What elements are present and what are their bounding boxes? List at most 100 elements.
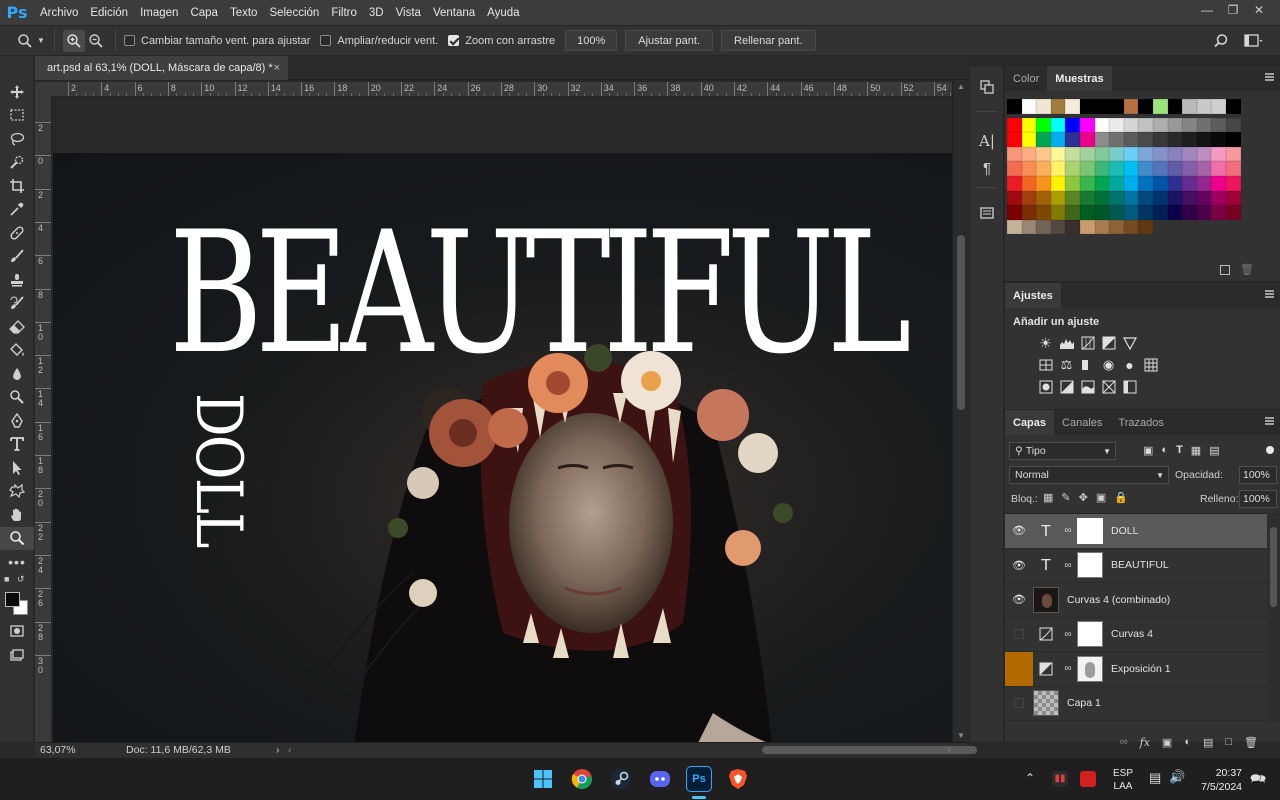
color-swatch[interactable]	[1182, 99, 1197, 114]
layer-name[interactable]: BEAUTIFUL	[1111, 559, 1169, 571]
color-swatch[interactable]	[1021, 146, 1037, 162]
visibility-eye-icon[interactable]: 👁	[1005, 548, 1033, 582]
color-swatch[interactable]	[1182, 146, 1197, 162]
color-swatch[interactable]	[1138, 190, 1153, 206]
zoom-status[interactable]: 63,07%	[40, 744, 126, 756]
eraser-tool-icon[interactable]	[0, 315, 34, 339]
color-swatch[interactable]	[1196, 161, 1212, 176]
headline-text[interactable]: BEAUTIFUL	[169, 209, 912, 377]
color-swatch[interactable]	[1182, 132, 1197, 147]
color-swatch[interactable]	[1079, 205, 1095, 220]
layer-mask-thumbnail[interactable]	[1077, 621, 1103, 648]
foreground-color-swatch[interactable]	[5, 591, 20, 607]
color-swatch[interactable]	[1225, 99, 1241, 114]
link-icon[interactable]: ∞	[1063, 560, 1073, 571]
hand-tool-icon[interactable]	[0, 503, 34, 527]
color-swatch[interactable]	[1138, 205, 1153, 220]
layer-name[interactable]: DOLL	[1111, 525, 1138, 537]
color-swatch[interactable]	[1036, 99, 1051, 114]
visibility-eye-icon[interactable]: 👁	[1005, 583, 1033, 617]
lock-transparent-icon[interactable]: ▦	[1043, 491, 1053, 504]
zoom-tool-icon[interactable]	[0, 526, 34, 550]
tab-color[interactable]: Color	[1005, 66, 1047, 91]
filter-shape-icon[interactable]: ▦	[1191, 444, 1201, 457]
color-swatch[interactable]	[1050, 161, 1066, 176]
menu-ayuda[interactable]: Ayuda	[481, 7, 525, 19]
menu-ventana[interactable]: Ventana	[427, 7, 481, 19]
menu-seleccion[interactable]: Selección	[263, 7, 325, 19]
color-swatch[interactable]	[1167, 99, 1183, 114]
history-panel-icon[interactable]	[970, 72, 1004, 102]
color-swatch[interactable]	[1007, 99, 1022, 114]
color-swatch[interactable]	[1196, 190, 1212, 206]
color-swatch[interactable]	[1036, 132, 1051, 147]
color-swatch[interactable]	[1036, 219, 1051, 235]
fill-screen-button[interactable]: Rellenar pant.	[721, 30, 816, 51]
delete-swatch-icon[interactable]: 🗑	[1240, 263, 1254, 276]
color-swatch[interactable]	[1021, 205, 1037, 220]
filter-type-icon[interactable]: T	[1176, 444, 1183, 457]
color-swatch[interactable]	[1182, 161, 1197, 176]
color-swatch[interactable]	[1152, 146, 1168, 162]
color-swatch[interactable]	[1225, 146, 1241, 162]
layer-row-curvas[interactable]: ∞ Curvas 4	[1005, 618, 1267, 652]
menu-vista[interactable]: Vista	[390, 7, 427, 19]
marquee-tool-icon[interactable]	[0, 104, 34, 128]
gradient-map-icon[interactable]	[1119, 376, 1140, 398]
close-icon[interactable]: ✕	[1246, 0, 1272, 20]
filter-pixel-icon[interactable]: ▣	[1143, 444, 1153, 457]
clock[interactable]: 20:37 7/5/2024	[1198, 766, 1242, 794]
color-swatch[interactable]	[1152, 175, 1168, 191]
color-swatch[interactable]	[1167, 190, 1183, 206]
color-swatch[interactable]	[1079, 132, 1095, 147]
blur-tool-icon[interactable]	[0, 362, 34, 386]
black-white-icon[interactable]	[1077, 354, 1098, 376]
zoom-value-field[interactable]: 100%	[565, 30, 618, 51]
document-tab[interactable]: art.psd al 63,1% (DOLL, Máscara de capa/…	[35, 56, 288, 80]
color-swatch[interactable]	[1138, 117, 1153, 133]
link-icon[interactable]: ∞	[1063, 629, 1073, 640]
tab-channels[interactable]: Canales	[1054, 410, 1110, 435]
layer-name[interactable]: Curvas 4 (combinado)	[1067, 594, 1170, 606]
fill-field[interactable]: 100%	[1239, 490, 1277, 508]
quick-mask-icon[interactable]	[0, 620, 34, 644]
color-swatches[interactable]	[0, 590, 33, 620]
crop-tool-icon[interactable]	[0, 174, 34, 198]
network-icon[interactable]: ▤	[1149, 770, 1161, 786]
new-adjustment-icon[interactable]: ◐	[1184, 736, 1191, 748]
photo-filter-icon[interactable]: ◉	[1098, 354, 1119, 376]
panel-menu-icon[interactable]	[1265, 417, 1274, 425]
color-swatch[interactable]	[1065, 190, 1080, 206]
color-swatch[interactable]	[1196, 132, 1212, 147]
color-swatch[interactable]	[1138, 219, 1153, 235]
color-swatch[interactable]	[1138, 132, 1153, 147]
paragraph-panel-icon[interactable]: ¶	[970, 156, 1004, 180]
invert-icon[interactable]	[1035, 376, 1056, 398]
history-brush-tool-icon[interactable]	[0, 292, 34, 316]
color-swatch[interactable]	[1036, 175, 1051, 191]
steam-icon[interactable]	[608, 766, 634, 792]
dodge-tool-icon[interactable]	[0, 386, 34, 410]
chevron-down-icon[interactable]: ▼	[36, 30, 46, 52]
color-swatch[interactable]	[1167, 146, 1183, 162]
color-swatch[interactable]	[1036, 190, 1051, 206]
color-swatch[interactable]	[1021, 99, 1037, 114]
quick-selection-tool-icon[interactable]	[0, 151, 34, 175]
color-swatch[interactable]	[1109, 132, 1124, 147]
scroll-right-icon[interactable]: ›	[948, 743, 952, 755]
menu-edicion[interactable]: Edición	[84, 7, 134, 19]
color-swatch[interactable]	[1152, 190, 1168, 206]
color-swatch[interactable]	[1152, 99, 1168, 114]
color-swatch[interactable]	[1065, 161, 1080, 176]
color-swatch[interactable]	[1021, 132, 1037, 147]
color-swatch[interactable]	[1050, 99, 1066, 114]
color-swatch[interactable]	[1007, 205, 1022, 220]
link-icon[interactable]: ∞	[1063, 663, 1073, 674]
color-swatch[interactable]	[1065, 146, 1080, 162]
color-swatch[interactable]	[1036, 161, 1051, 176]
opacity-field[interactable]: 100%	[1239, 466, 1277, 484]
visibility-toggle[interactable]	[1005, 651, 1033, 686]
color-swatch[interactable]	[1225, 132, 1241, 147]
color-swatch[interactable]	[1123, 219, 1139, 235]
type-tool-icon[interactable]	[0, 433, 34, 457]
